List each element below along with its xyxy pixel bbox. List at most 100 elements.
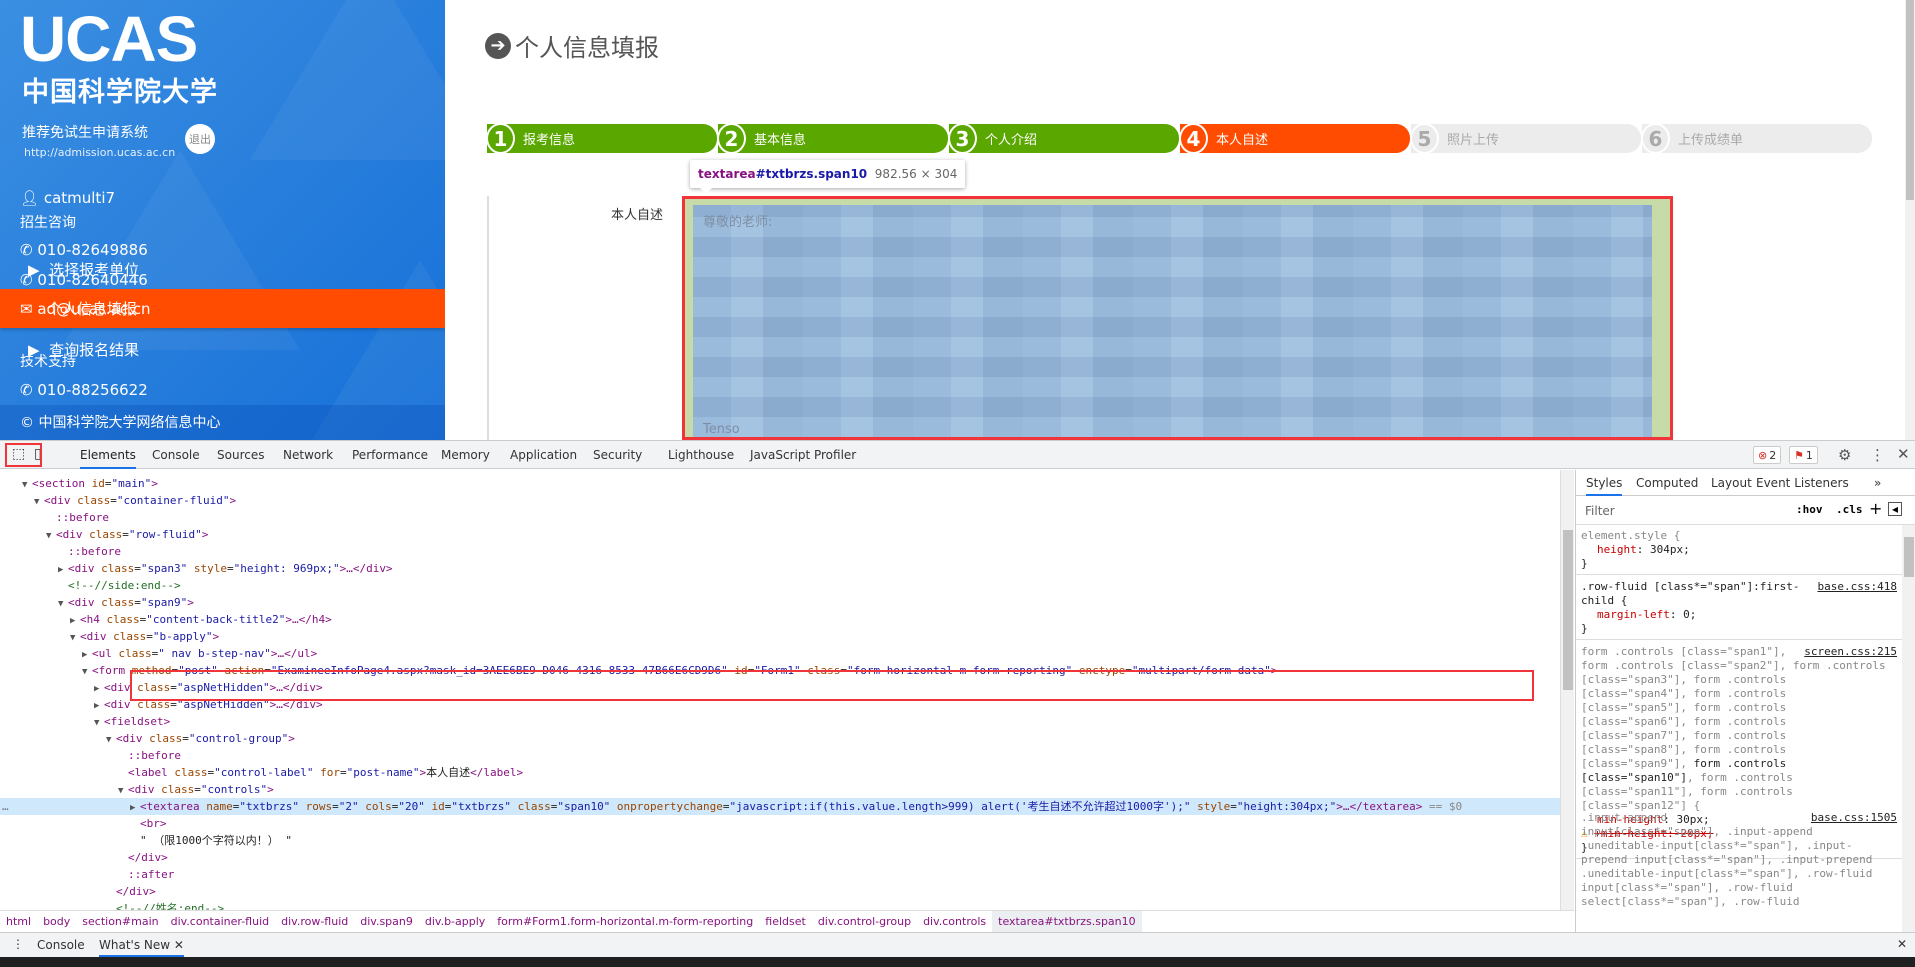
tab-sources[interactable]: Sources	[217, 441, 264, 469]
styles-tab-1[interactable]: Computed	[1636, 470, 1698, 496]
styles-pane: Styles Computed Layout Event Listeners » Fil…	[1575, 470, 1915, 932]
styles-tab-0[interactable]: Styles	[1586, 470, 1623, 496]
rule-value[interactable]: 0;	[1683, 608, 1696, 621]
dom-node-text: " （限1000个字符以内！） "	[140, 834, 292, 847]
step-3[interactable]: 3 个人介绍	[948, 123, 1179, 154]
styles-scrollbar[interactable]	[1902, 525, 1915, 932]
tab-application[interactable]: Application	[510, 441, 577, 469]
styles-tab-2[interactable]: Layout	[1711, 470, 1752, 496]
dom-node[interactable]: <!--//姓名:end-->	[0, 900, 1560, 910]
breadcrumb-item[interactable]: div.container-fluid	[165, 911, 276, 933]
step-6[interactable]: 6 上传成绩单	[1641, 123, 1872, 154]
tab-memory[interactable]: Memory	[441, 441, 490, 469]
user-icon: 👤︎	[20, 189, 40, 207]
breadcrumb-item[interactable]: form#Form1.form-horizontal.m-form-report…	[491, 911, 759, 933]
breadcrumb-item[interactable]: div.row-fluid	[275, 911, 354, 933]
close-tab-icon[interactable]: ✕	[174, 938, 184, 952]
logout-button[interactable]: 退出	[185, 124, 215, 154]
phone-2: ✆ 010-82640446	[20, 271, 148, 289]
dom-node-selected[interactable]: … ▶ <textarea name="txtbrzs" rows="2" cols…	[0, 798, 1560, 815]
tab-performance[interactable]: Performance	[352, 441, 428, 469]
more-options-icon[interactable]: ⋮	[1870, 446, 1885, 464]
tab-javascript-profiler[interactable]: JavaScript Profiler	[750, 441, 856, 469]
page-scrollbar[interactable]	[1905, 0, 1915, 440]
rule-source-link[interactable]: base.css:418	[1818, 580, 1897, 594]
issues-badge[interactable]: ⚑ 1	[1789, 446, 1818, 464]
tab-lighthouse[interactable]: Lighthouse	[668, 441, 734, 469]
dom-node[interactable]: ▼ <div class="b-apply">	[0, 628, 1560, 645]
cls-toggle[interactable]: .cls	[1836, 503, 1863, 516]
dom-node-text: <div class="controls">	[128, 783, 274, 796]
styles-tab-3[interactable]: Event Listeners	[1756, 470, 1849, 496]
dom-node[interactable]: ::before	[0, 543, 1560, 560]
dom-node[interactable]: </div>	[0, 883, 1560, 900]
styles-filter-input[interactable]: Filter	[1581, 501, 1771, 521]
toggle-sidebar-icon[interactable]: ◂	[1888, 502, 1902, 516]
dom-node[interactable]: ▶ <ul class=" nav b-step-nav">…</ul>	[0, 645, 1560, 662]
tab-console[interactable]: Console	[152, 441, 200, 469]
tab-security[interactable]: Security	[593, 441, 642, 469]
dom-node-text: </div>	[116, 885, 156, 898]
rule-prop[interactable]: height	[1597, 543, 1637, 556]
breadcrumb-item[interactable]: div.span9	[354, 911, 419, 933]
drawer-tab-whats-new[interactable]: What's New ✕	[99, 933, 184, 957]
breadcrumb-item[interactable]: div.controls	[917, 911, 992, 933]
phone-3: ✆ 010-88256622	[20, 381, 148, 399]
rule-element-style: element.style { height: 304px; }	[1576, 526, 1902, 575]
breadcrumb-item[interactable]: div.control-group	[812, 911, 917, 933]
close-devtools-icon[interactable]: ✕	[1897, 445, 1910, 463]
breadcrumb-item[interactable]: div.b-apply	[419, 911, 491, 933]
dom-node[interactable]: <!--//side:end-->	[0, 577, 1560, 594]
dom-node[interactable]: " （限1000个字符以内！） "	[0, 832, 1560, 849]
step-2[interactable]: 2 基本信息	[717, 123, 948, 154]
step-1[interactable]: 1 报考信息	[486, 123, 717, 154]
error-badge[interactable]: ⊗ 2	[1753, 446, 1782, 464]
drawer-menu-icon[interactable]: ⋮	[12, 937, 24, 951]
phone-1: ✆ 010-82649886	[20, 241, 148, 259]
close-drawer-icon[interactable]: ✕	[1897, 937, 1907, 951]
dom-node[interactable]: </div>	[0, 849, 1560, 866]
dom-node[interactable]: <label class="control-label" for="post-n…	[0, 764, 1560, 781]
envelope-icon: ✉	[20, 300, 33, 318]
tab-network[interactable]: Network	[283, 441, 333, 469]
styles-tab-4[interactable]: »	[1874, 470, 1881, 496]
dom-node[interactable]: ▼ <fieldset>	[0, 713, 1560, 730]
rule-value[interactable]: 304px;	[1650, 543, 1690, 556]
dom-node[interactable]: ▼ <div class="control-group">	[0, 730, 1560, 747]
self-statement-textarea[interactable]: 尊敬的老师: Tenso	[682, 196, 1673, 440]
dom-node[interactable]: ::before	[0, 747, 1560, 764]
page-title: ➔ 个人信息填报	[485, 28, 659, 63]
dom-node[interactable]: ▼ <div class="span9">	[0, 594, 1560, 611]
dom-node[interactable]: <br>	[0, 815, 1560, 832]
dom-node[interactable]: ::after	[0, 866, 1560, 883]
step-5[interactable]: 5 照片上传	[1410, 123, 1641, 154]
sidebar-item-personal-info[interactable]: 个人信息填报	[47, 298, 137, 319]
rule-source-link[interactable]: base.css:1505	[1811, 811, 1897, 825]
consult-label: 招生咨询	[20, 215, 76, 231]
dom-node[interactable]: ▶ <h4 class="content-back-title2">…</h4>	[0, 611, 1560, 628]
dom-node[interactable]: ▼ <section id="main">	[0, 475, 1560, 492]
breadcrumb-item[interactable]: section#main	[76, 911, 164, 933]
breadcrumb-item[interactable]: textarea#txtbrzs.span10	[992, 910, 1142, 933]
elements-scrollbar[interactable]	[1560, 470, 1574, 910]
tooltip-tag: textarea	[698, 167, 756, 181]
dom-node[interactable]: ▼ <div class="controls">	[0, 781, 1560, 798]
hov-toggle[interactable]: :hov	[1796, 503, 1823, 516]
breadcrumb-item[interactable]: body	[37, 911, 76, 933]
breadcrumb-item[interactable]: html	[0, 911, 37, 933]
breadcrumb-item[interactable]: fieldset	[759, 911, 812, 933]
main-content: ➔ 个人信息填报 1 报考信息 2 基本信息 3 个人介绍 4 本人自述 5 照片上传 6 上传成绩单 …	[445, 0, 1915, 440]
dom-node[interactable]: ▼ <div class="container-fluid">	[0, 492, 1560, 509]
textarea-text-tail: Tenso	[703, 422, 740, 437]
settings-gear-icon[interactable]: ⚙	[1838, 446, 1851, 464]
step-4[interactable]: 4 本人自述	[1179, 123, 1410, 154]
tab-elements[interactable]: Elements	[80, 441, 136, 469]
dom-node[interactable]: ▶ <div class="span3" style="height: 969px…	[0, 560, 1560, 577]
dom-node[interactable]: ::before	[0, 509, 1560, 526]
dom-node[interactable]: ▼ <div class="row-fluid">	[0, 526, 1560, 543]
new-rule-button[interactable]: +	[1869, 499, 1882, 518]
drawer-tab-console[interactable]: Console	[37, 938, 85, 952]
rule-prop[interactable]: margin-left	[1597, 608, 1670, 621]
page-title-text: 个人信息填报	[515, 34, 659, 62]
rule-source-link[interactable]: screen.css:215	[1804, 645, 1897, 659]
